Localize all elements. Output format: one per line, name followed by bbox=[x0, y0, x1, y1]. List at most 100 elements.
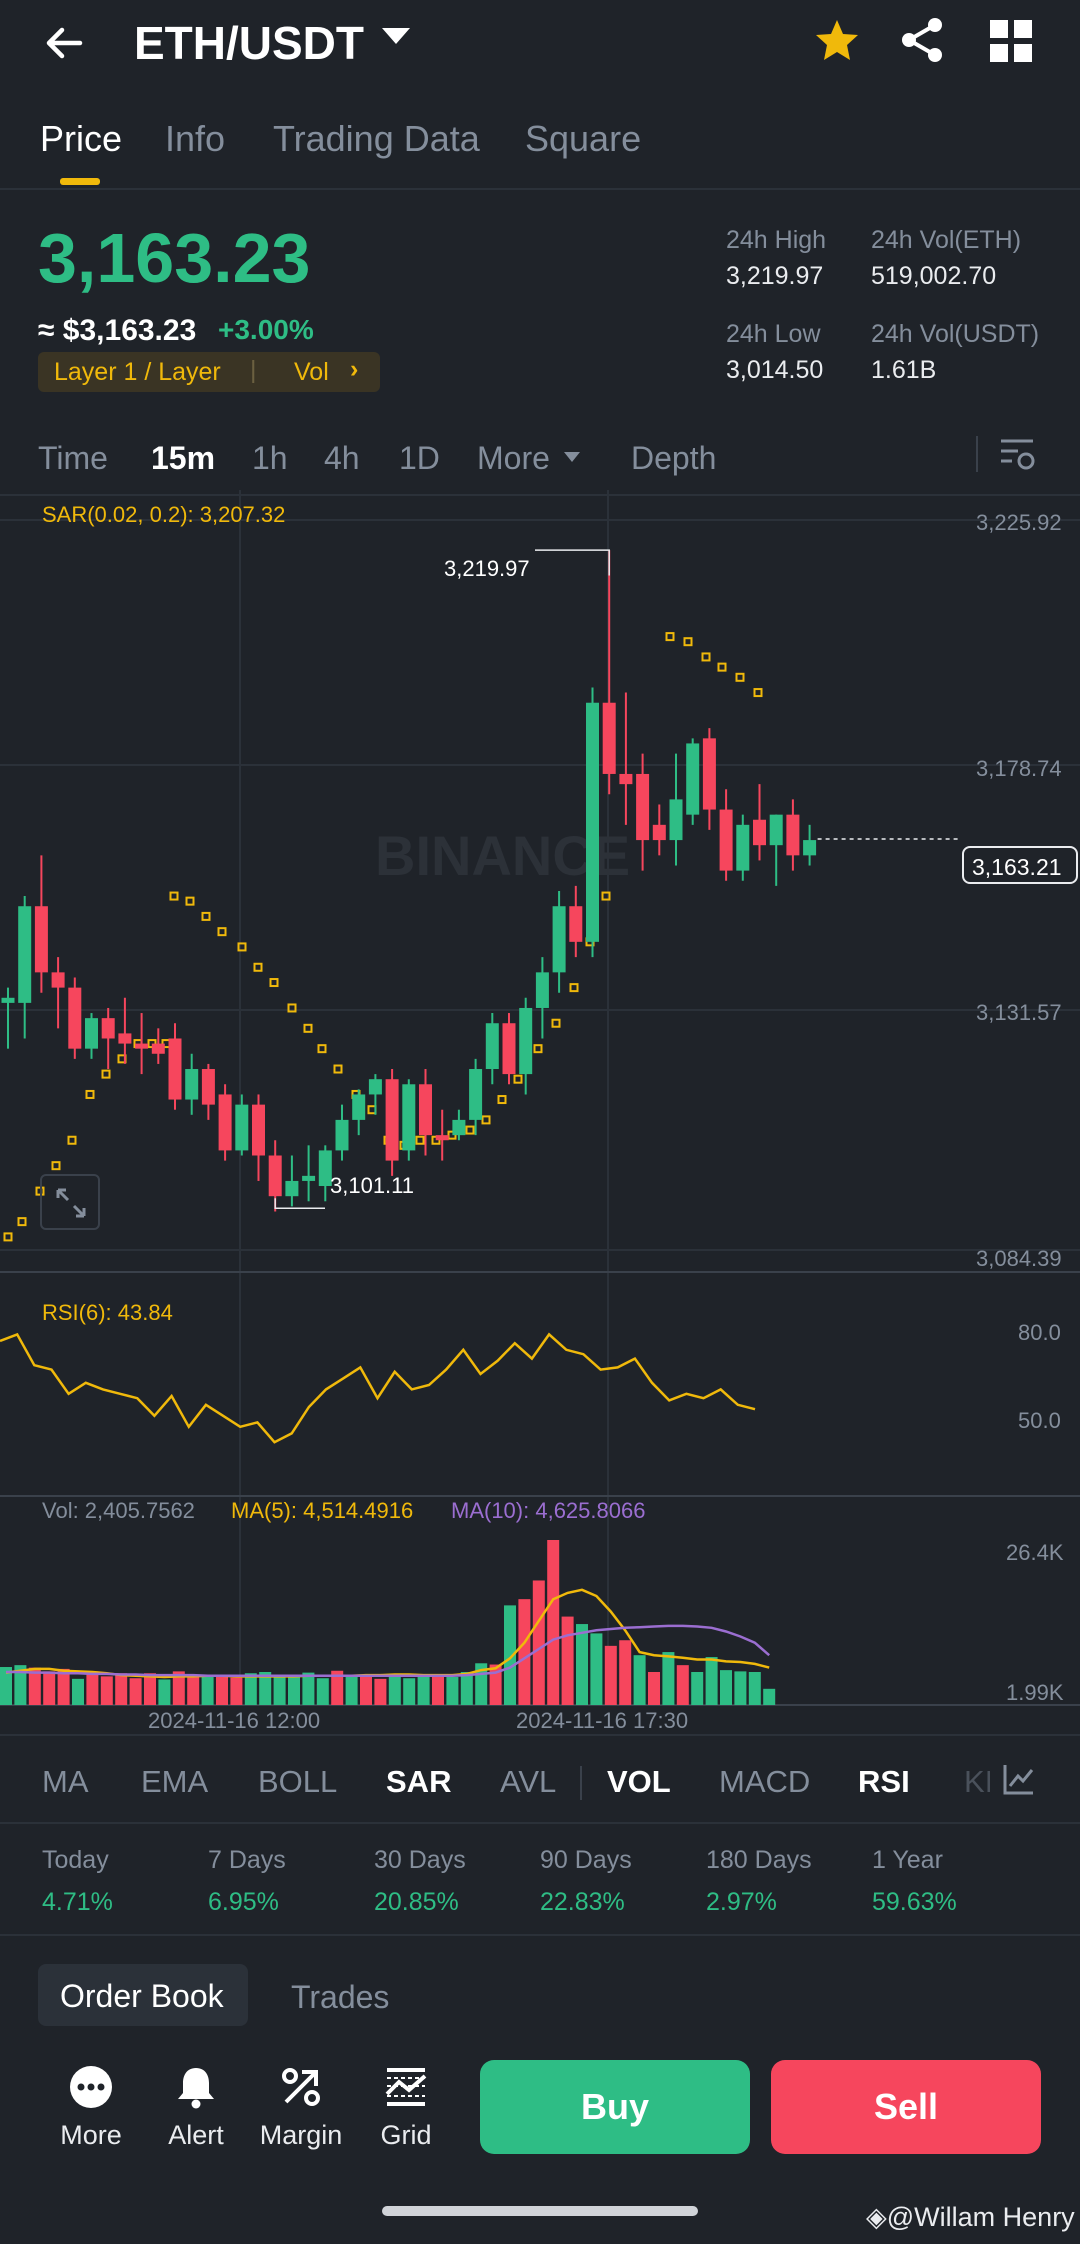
indicator-ma[interactable]: MA bbox=[42, 1764, 89, 1800]
more-caret-icon bbox=[564, 452, 580, 462]
low-marker: 3,101.11 bbox=[330, 1173, 415, 1198]
tab-trades[interactable]: Trades bbox=[291, 1979, 389, 2016]
candle-body bbox=[302, 1175, 316, 1181]
fullscreen-button[interactable] bbox=[40, 1174, 100, 1230]
perf-value: 4.71% bbox=[42, 1888, 113, 1916]
indicator-sar[interactable]: SAR bbox=[386, 1764, 451, 1800]
grid-label[interactable]: Grid bbox=[346, 2120, 466, 2151]
sar-dot bbox=[17, 1217, 27, 1227]
chevron-right-icon: › bbox=[350, 355, 359, 383]
perf-label: 30 Days bbox=[374, 1846, 466, 1874]
tab-trading-data[interactable]: Trading Data bbox=[273, 118, 480, 160]
interval-depth[interactable]: Depth bbox=[631, 440, 716, 477]
volume-bar bbox=[403, 1678, 416, 1705]
candle-body bbox=[602, 702, 616, 774]
candle-body bbox=[268, 1155, 282, 1197]
star-icon[interactable] bbox=[812, 16, 862, 66]
interval-1d[interactable]: 1D bbox=[399, 440, 440, 477]
back-arrow-icon[interactable] bbox=[40, 18, 90, 68]
candle-body bbox=[352, 1094, 366, 1120]
indicator-boll[interactable]: BOLL bbox=[258, 1764, 337, 1800]
vol-axis-label: 26.4K bbox=[1006, 1540, 1064, 1565]
sar-dot bbox=[317, 1044, 327, 1054]
indicator-vol[interactable]: VOL bbox=[607, 1764, 671, 1800]
candle-body bbox=[435, 1135, 449, 1141]
candle-body bbox=[118, 1033, 132, 1044]
sar-dot bbox=[253, 962, 263, 972]
author-watermark: ◈@Willam Henry bbox=[866, 2202, 1075, 2233]
sar-dot bbox=[67, 1135, 77, 1145]
margin-icon[interactable] bbox=[278, 2064, 324, 2110]
interval-time[interactable]: Time bbox=[38, 440, 108, 477]
candle-body bbox=[51, 972, 65, 988]
alert-label[interactable]: Alert bbox=[136, 2120, 256, 2151]
interval-more[interactable]: More bbox=[477, 440, 550, 477]
sar-dot bbox=[217, 927, 227, 937]
grid-bot-icon[interactable] bbox=[383, 2064, 429, 2110]
candle-body bbox=[569, 906, 583, 942]
candle-body bbox=[218, 1094, 232, 1151]
volume-bar bbox=[129, 1678, 142, 1705]
chart-settings-icon[interactable] bbox=[998, 436, 1036, 472]
sar-dot bbox=[513, 1074, 523, 1084]
indicator-macd[interactable]: MACD bbox=[719, 1764, 810, 1800]
volume-bar bbox=[691, 1672, 704, 1705]
pair-title[interactable]: ETH/USDT bbox=[134, 16, 364, 70]
ma5-line bbox=[5, 1588, 770, 1679]
volume-bar bbox=[720, 1670, 732, 1705]
price-axis-label: 3,131.57 bbox=[976, 1000, 1062, 1025]
perf-label: 1 Year bbox=[872, 1846, 943, 1874]
caret-down-icon[interactable] bbox=[382, 28, 410, 44]
divider bbox=[0, 1822, 1080, 1824]
volume-bar bbox=[619, 1640, 632, 1705]
low-value: 3,014.50 bbox=[726, 356, 824, 384]
more-label[interactable]: More bbox=[31, 2120, 151, 2151]
home-indicator[interactable] bbox=[382, 2206, 698, 2216]
divider bbox=[580, 1766, 582, 1800]
grid-icon[interactable] bbox=[990, 20, 1032, 62]
tab-square[interactable]: Square bbox=[525, 118, 641, 160]
volume-bar bbox=[288, 1675, 300, 1705]
kline-chart[interactable]: BINANCE bbox=[0, 490, 1080, 1710]
volume-bar bbox=[734, 1671, 747, 1705]
time-axis-label: 2024-11-16 12:00 bbox=[148, 1708, 321, 1733]
order-book-label: Order Book bbox=[60, 1978, 224, 2014]
price-change: +3.00% bbox=[218, 314, 314, 345]
share-icon[interactable] bbox=[898, 16, 946, 64]
volume-bar bbox=[417, 1675, 430, 1705]
candle-body bbox=[619, 773, 633, 785]
category-tag[interactable]: Layer 1 / Layer | Vol › bbox=[38, 352, 380, 392]
tab-price[interactable]: Price bbox=[40, 118, 122, 160]
candle-body bbox=[135, 1043, 149, 1049]
chart-line-icon bbox=[1003, 1765, 1034, 1795]
sar-dot bbox=[569, 983, 579, 993]
bell-icon[interactable] bbox=[173, 2064, 219, 2110]
tag-separator: | bbox=[250, 356, 257, 384]
category-label: Layer 1 / Layer bbox=[54, 358, 221, 386]
tab-info[interactable]: Info bbox=[165, 118, 225, 160]
volume-bar bbox=[633, 1655, 646, 1705]
more-dots-icon[interactable] bbox=[68, 2064, 114, 2110]
sar-dot bbox=[701, 652, 711, 662]
buy-button[interactable]: Buy bbox=[480, 2060, 750, 2154]
indicator-ema[interactable]: EMA bbox=[141, 1764, 208, 1800]
indicator-rsi[interactable]: RSI bbox=[858, 1764, 910, 1800]
time-axis-label: 2024-11-16 17:30 bbox=[516, 1708, 689, 1733]
volume-bar bbox=[115, 1673, 128, 1705]
indicator-kd[interactable]: KI bbox=[964, 1764, 993, 1800]
indicator-avl[interactable]: AVL bbox=[500, 1764, 556, 1800]
volume-bar bbox=[230, 1677, 243, 1705]
interval-1h[interactable]: 1h bbox=[252, 440, 288, 477]
candle-body bbox=[335, 1119, 349, 1151]
interval-4h[interactable]: 4h bbox=[324, 440, 360, 477]
volume-bar bbox=[244, 1673, 257, 1705]
indicator-settings-button[interactable] bbox=[990, 1756, 1050, 1806]
sar-dot bbox=[51, 1161, 61, 1171]
interval-15m[interactable]: 15m bbox=[151, 440, 215, 477]
volume-bar bbox=[100, 1676, 113, 1705]
candle-body bbox=[519, 1007, 533, 1075]
margin-label[interactable]: Margin bbox=[241, 2120, 361, 2151]
tab-order-book[interactable]: Order Book bbox=[38, 1964, 248, 2026]
sell-button[interactable]: Sell bbox=[771, 2060, 1041, 2154]
candle-body bbox=[786, 814, 800, 856]
